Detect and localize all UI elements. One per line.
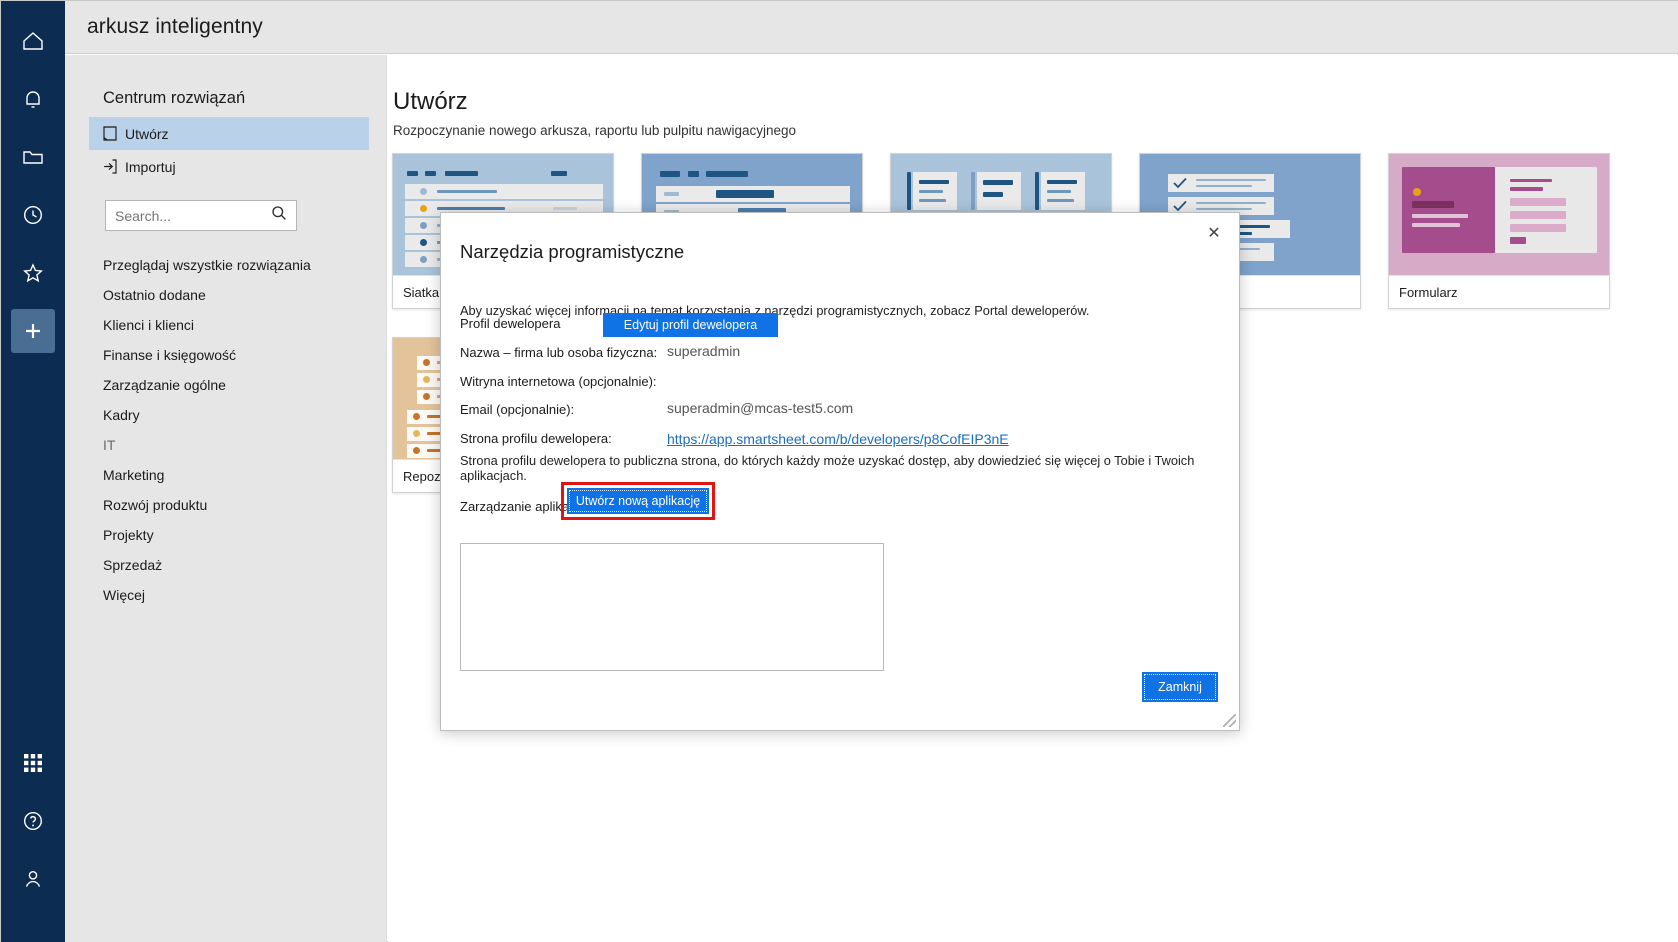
developer-profile-label: Profil dewelopera <box>460 316 561 331</box>
bell-icon[interactable] <box>11 77 55 121</box>
star-icon[interactable] <box>11 251 55 295</box>
close-dialog-button[interactable]: Zamknij <box>1142 672 1218 702</box>
dialog-title: Narzędzia programistyczne <box>460 241 685 262</box>
search-box[interactable] <box>105 200 297 231</box>
template-card[interactable]: Formularz <box>1388 153 1610 309</box>
category-link[interactable]: Kadry <box>103 400 363 430</box>
search-icon[interactable] <box>271 205 287 226</box>
page-title: arkusz inteligentny <box>87 15 263 38</box>
card-thumbnail <box>1389 154 1609 275</box>
profile-page-label: Strona profilu dewelopera: <box>460 431 612 446</box>
sheet-icon <box>103 126 125 141</box>
account-icon[interactable] <box>11 857 55 901</box>
app-window: arkusz inteligentny Centrum rozwiązań Ut… <box>0 0 1678 942</box>
solution-center-panel: Centrum rozwiązań Utwórz Importuj Search… <box>65 55 387 942</box>
left-rail <box>1 1 65 942</box>
search-input[interactable] <box>106 206 256 225</box>
category-link[interactable]: Rozwój produktu <box>103 490 363 520</box>
website-label: Witryna internetowa (opcjonalnie): <box>460 374 657 389</box>
top-header: arkusz inteligentny <box>65 1 1678 54</box>
import-icon <box>103 159 125 174</box>
profile-page-note: Strona profilu dewelopera to publiczna s… <box>460 453 1195 483</box>
company-name-label: Nazwa – firma lub osoba fizyczna: <box>460 345 658 360</box>
developer-tools-dialog: ✕ Narzędzia programistyczne Aby uzyskać … <box>440 212 1240 731</box>
highlight-box: Utwórz nową aplikację <box>561 482 715 520</box>
category-link[interactable]: Zarządzanie ogólne <box>103 370 363 400</box>
sidebar-item-label: Utwórz <box>125 125 169 142</box>
panel-title: Centrum rozwiązań <box>103 89 246 107</box>
category-link[interactable]: Klienci i klienci <box>103 310 363 340</box>
email-label: Email (opcjonalnie): <box>460 402 575 417</box>
sidebar-item-utworz[interactable]: Utwórz <box>89 117 369 150</box>
email-value: superadmin@mcas-test5.com <box>667 400 854 416</box>
home-icon[interactable] <box>11 19 55 63</box>
create-new-app-button[interactable]: Utwórz nową aplikację <box>567 488 709 514</box>
folder-icon[interactable] <box>11 135 55 179</box>
content-subtitle: Rozpoczynanie nowego arkusza, raportu lu… <box>393 123 797 138</box>
apps-list-textarea[interactable] <box>460 543 884 671</box>
apps-grid-icon[interactable] <box>11 741 55 785</box>
edit-developer-profile-button[interactable]: Edytuj profil dewelopera <box>603 313 778 337</box>
category-link[interactable]: Więcej <box>103 580 363 610</box>
help-icon[interactable] <box>11 799 55 843</box>
sidebar-item-label: Importuj <box>125 158 176 175</box>
plus-icon[interactable] <box>11 309 55 353</box>
resize-grip-icon[interactable] <box>1223 714 1236 727</box>
card-label: Formularz <box>1389 275 1609 308</box>
category-link[interactable]: Marketing <box>103 460 363 490</box>
content-title: Utwórz <box>393 88 468 115</box>
category-link[interactable]: IT <box>103 430 363 460</box>
category-links: Przeglądaj wszystkie rozwiązania Ostatni… <box>103 250 363 610</box>
category-link[interactable]: Przeglądaj wszystkie rozwiązania <box>103 250 363 280</box>
panel-nav: Utwórz Importuj <box>89 117 369 183</box>
clock-icon[interactable] <box>11 193 55 237</box>
category-link[interactable]: Ostatnio dodane <box>103 280 363 310</box>
category-link[interactable]: Sprzedaż <box>103 550 363 580</box>
category-link[interactable]: Projekty <box>103 520 363 550</box>
close-icon[interactable]: ✕ <box>1203 222 1225 244</box>
developer-profile-link[interactable]: https://app.smartsheet.com/b/developers/… <box>667 431 1009 447</box>
company-name-value: superadmin <box>667 343 741 359</box>
sidebar-item-importuj[interactable]: Importuj <box>89 150 369 183</box>
category-link[interactable]: Finanse i księgowość <box>103 340 363 370</box>
